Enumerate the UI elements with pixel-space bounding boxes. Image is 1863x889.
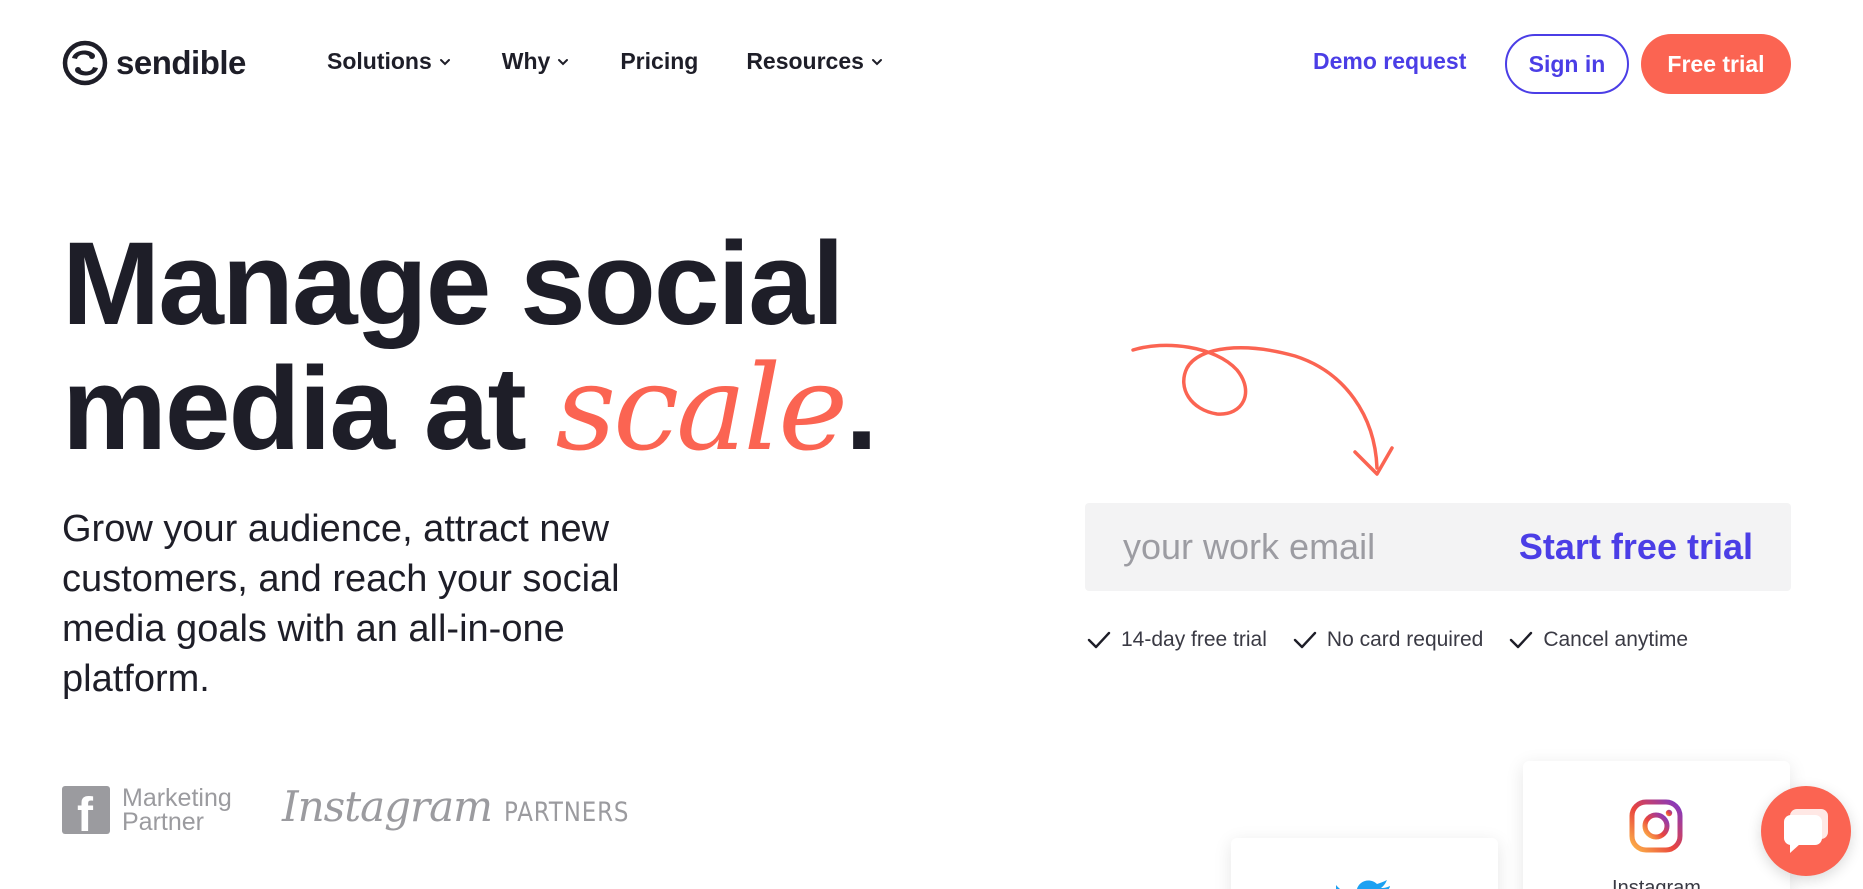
hero-accent-word: scale xyxy=(555,339,849,477)
sign-in-button[interactable]: Sign in xyxy=(1505,34,1629,94)
twitter-icon xyxy=(1336,880,1390,889)
nav-why[interactable]: Why xyxy=(502,48,571,75)
demo-request-link[interactable]: Demo request xyxy=(1313,48,1466,75)
facebook-partner-text: Marketing Partner xyxy=(122,784,232,836)
twitter-card xyxy=(1231,838,1498,889)
nav-resources-label: Resources xyxy=(746,48,864,74)
hero-headline: Manage social media at scale. xyxy=(62,222,878,471)
facebook-marketing-partner-badge: f Marketing Partner xyxy=(62,784,232,836)
nav-why-label: Why xyxy=(501,48,551,74)
hero-subheading: Grow your audience, attract new customer… xyxy=(62,508,620,700)
perk-item: 14-day free trial xyxy=(1087,628,1267,652)
main-nav: Solutions Why Pricing Resources xyxy=(327,48,884,75)
hero-line-2-suffix: . xyxy=(845,343,878,475)
instagram-partners-badge: Instagram PARTNERS xyxy=(282,782,651,831)
facebook-partner-line-2: Partner xyxy=(122,808,204,836)
perk-label: No card required xyxy=(1326,628,1484,651)
site-header: sendible Solutions Why Pricing Resources… xyxy=(0,0,1863,130)
chat-icon xyxy=(1784,809,1828,853)
instagram-partners-label: PARTNERS xyxy=(503,797,630,828)
perks-list: 14-day free trial No card required Cance… xyxy=(1087,628,1688,652)
instagram-icon xyxy=(1629,799,1683,853)
instagram-card: Instagram xyxy=(1523,761,1790,889)
facebook-partner-line-1: Marketing xyxy=(122,784,232,812)
chat-launcher-button[interactable] xyxy=(1761,786,1851,876)
perk-label: 14-day free trial xyxy=(1121,628,1267,651)
check-icon xyxy=(1510,631,1533,649)
instagram-card-label: Instagram xyxy=(1612,877,1701,889)
signup-form: Start free trial xyxy=(1085,503,1791,591)
chevron-down-icon xyxy=(558,58,569,65)
chevron-down-icon xyxy=(871,58,882,65)
instagram-wordmark: Instagram xyxy=(282,782,493,831)
free-trial-button[interactable]: Free trial xyxy=(1641,34,1791,94)
nav-pricing[interactable]: Pricing xyxy=(620,48,698,75)
start-free-trial-button[interactable]: Start free trial xyxy=(1519,526,1753,568)
nav-pricing-label: Pricing xyxy=(620,48,699,74)
perk-item: Cancel anytime xyxy=(1509,628,1688,652)
nav-resources[interactable]: Resources xyxy=(746,48,884,75)
perk-label: Cancel anytime xyxy=(1543,628,1689,651)
hero-line-2-prefix: media at xyxy=(62,343,556,475)
chevron-down-icon xyxy=(439,58,450,65)
nav-solutions-label: Solutions xyxy=(327,48,432,74)
arrow-doodle-icon xyxy=(1131,343,1394,476)
sendible-logo-icon xyxy=(62,40,108,86)
check-icon xyxy=(1087,631,1111,649)
perk-item: No card required xyxy=(1293,628,1483,652)
email-input[interactable] xyxy=(1085,503,1505,591)
facebook-icon: f xyxy=(62,786,110,834)
hero-line-1: Manage social xyxy=(62,218,845,350)
check-icon xyxy=(1293,631,1317,649)
nav-solutions[interactable]: Solutions xyxy=(327,48,452,75)
brand-name: sendible xyxy=(116,44,246,81)
brand-logo[interactable]: sendible xyxy=(62,40,246,86)
